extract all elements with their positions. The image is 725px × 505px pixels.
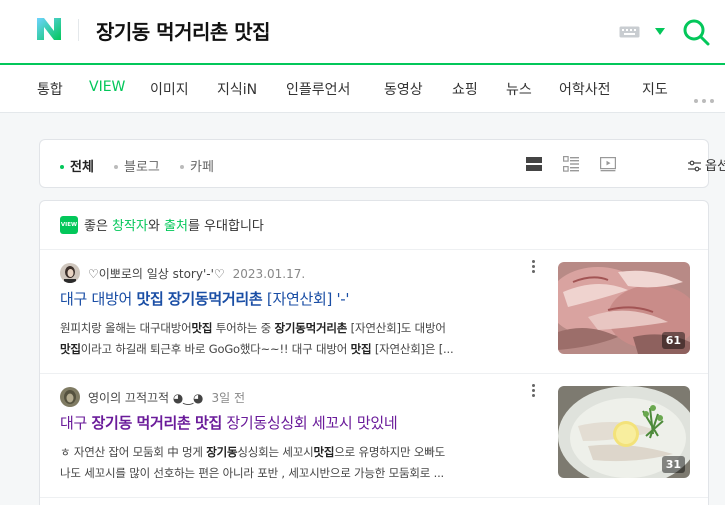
view-results: VIEW 좋은 창작자와 출처를 우대합니다 ♡이뽀로의 일상 story'-'♡… bbox=[39, 200, 709, 505]
filter-blog[interactable]: 블로그 bbox=[114, 156, 160, 175]
view-notice: VIEW 좋은 창작자와 출처를 우대합니다 bbox=[60, 215, 264, 235]
notice-text: 좋은 창작자와 출처를 우대합니다 bbox=[84, 219, 264, 234]
tab-dictionary[interactable]: 어학사전 bbox=[559, 79, 611, 99]
notice-suffix: 를 우대합니다 bbox=[187, 219, 264, 234]
tab-knowledge-in[interactable]: 지식iN bbox=[217, 79, 257, 99]
tab-integrated[interactable]: 통합 bbox=[37, 79, 63, 99]
filter-blog-label: 블로그 bbox=[124, 160, 160, 175]
post-title-link[interactable]: 대구 장기동 먹거리촌 맛집 장기동싱싱회 세꼬시 맛있네 bbox=[60, 412, 398, 433]
tab-images[interactable]: 이미지 bbox=[150, 79, 189, 99]
tab-shopping[interactable]: 쇼핑 bbox=[452, 79, 478, 99]
post-thumbnail[interactable]: 31 bbox=[558, 386, 690, 478]
search-header: 장기동 먹거리촌 맛집 bbox=[0, 0, 725, 63]
image-count-badge: 61 bbox=[661, 332, 685, 349]
search-icon[interactable] bbox=[682, 18, 710, 46]
bullet-icon bbox=[114, 164, 118, 169]
profile-photo bbox=[60, 387, 80, 407]
tab-news[interactable]: 뉴스 bbox=[506, 79, 532, 99]
notice-creator-link[interactable]: 창작자 bbox=[112, 219, 148, 234]
post-meta: ♡이뽀로의 일상 story'-'♡ 2023.01.17. bbox=[88, 265, 305, 282]
divider bbox=[40, 497, 708, 498]
author-name[interactable]: ♡이뽀로의 일상 story'-'♡ bbox=[88, 267, 225, 281]
post-date: 3일 전 bbox=[211, 391, 246, 405]
keyboard-icon[interactable] bbox=[619, 26, 640, 38]
tab-view[interactable]: VIEW bbox=[89, 79, 125, 95]
result-item: 영이의 끄적끄적 ◕‿◕ 3일 전 대구 장기동 먹거리촌 맛집 장기동싱싱회 세… bbox=[40, 374, 708, 498]
notice-prefix: 좋은 bbox=[84, 219, 113, 234]
search-input[interactable]: 장기동 먹거리촌 맛집 bbox=[96, 16, 271, 45]
notice-middle: 와 bbox=[147, 219, 165, 234]
avatar[interactable] bbox=[60, 387, 80, 407]
bullet-icon bbox=[60, 164, 64, 169]
view-badge-icon: VIEW bbox=[60, 215, 78, 234]
post-meta: 영이의 끄적끄적 ◕‿◕ 3일 전 bbox=[88, 389, 245, 406]
filter-cafe[interactable]: 카페 bbox=[180, 156, 214, 175]
list-view-icon[interactable] bbox=[526, 156, 542, 172]
video-view-icon[interactable] bbox=[600, 156, 616, 172]
bullet-icon bbox=[180, 164, 184, 169]
sliders-icon bbox=[688, 160, 701, 171]
author-name[interactable]: 영이의 끄적끄적 ◕‿◕ bbox=[88, 391, 204, 405]
post-thumbnail[interactable]: 61 bbox=[558, 262, 690, 354]
more-options-icon[interactable] bbox=[530, 384, 536, 400]
post-snippet[interactable]: 원피치랑 올해는 대구대방어맛집 투어하는 중 장기동먹거리촌 [자연산회]도 … bbox=[60, 318, 535, 360]
more-options-icon[interactable] bbox=[530, 260, 536, 276]
view-filter-bar: 전체 블로그 카페 옵션 bbox=[39, 139, 725, 188]
post-snippet[interactable]: ㅎ 자연산 잡어 모둠회 中 멍게 장기동싱싱회는 세꼬시맛집으로 유명하지만 … bbox=[60, 442, 535, 484]
filter-cafe-label: 카페 bbox=[190, 160, 214, 175]
post-date: 2023.01.17. bbox=[232, 267, 306, 281]
filter-all[interactable]: 전체 bbox=[60, 156, 94, 175]
header-divider bbox=[78, 19, 79, 41]
filter-all-label: 전체 bbox=[70, 160, 94, 175]
search-tabs: 통합 VIEW 이미지 지식iN 인플루언서 동영상 쇼핑 뉴스 어학사전 지도 bbox=[0, 65, 725, 113]
tab-video[interactable]: 동영상 bbox=[384, 79, 423, 99]
tab-influencer[interactable]: 인플루언서 bbox=[286, 79, 350, 99]
options-button[interactable]: 옵션 bbox=[688, 155, 725, 174]
more-tabs-icon[interactable] bbox=[694, 88, 718, 107]
chevron-down-icon[interactable] bbox=[655, 28, 665, 35]
notice-source-link[interactable]: 출처 bbox=[164, 219, 188, 234]
profile-photo bbox=[60, 263, 80, 283]
post-title-link[interactable]: 대구 대방어 맛집 장기동먹거리촌 [자연산회] '-' bbox=[60, 288, 350, 309]
result-item: ♡이뽀로의 일상 story'-'♡ 2023.01.17. 대구 대방어 맛집 … bbox=[40, 250, 708, 374]
compact-view-icon[interactable] bbox=[563, 156, 579, 172]
options-label: 옵션 bbox=[705, 159, 725, 174]
tab-map[interactable]: 지도 bbox=[642, 79, 668, 99]
naver-logo-icon[interactable] bbox=[36, 17, 62, 41]
image-count-badge: 31 bbox=[661, 456, 685, 473]
avatar[interactable] bbox=[60, 263, 80, 283]
